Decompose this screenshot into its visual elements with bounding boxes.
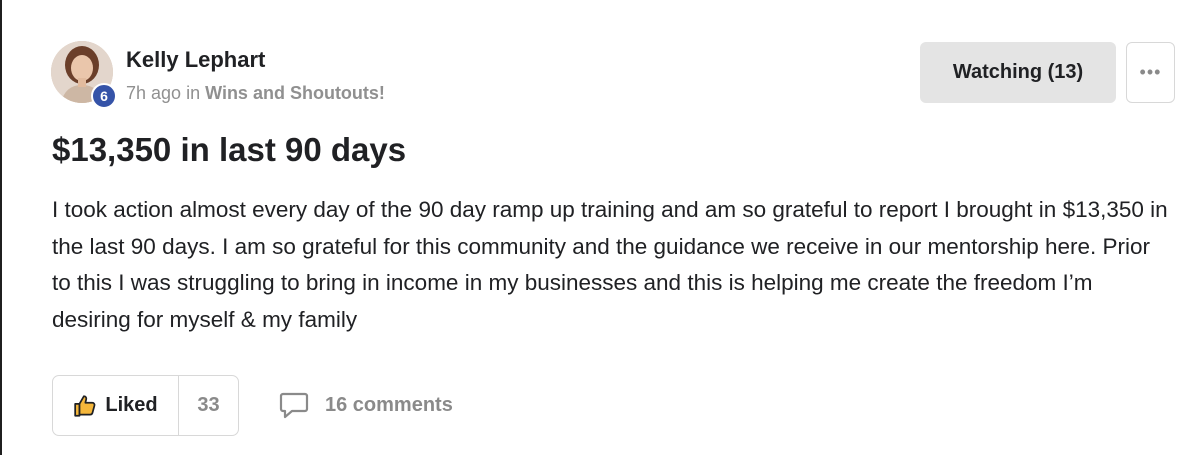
comment-bubble-icon [279,392,309,419]
post-category-link[interactable]: Wins and Shoutouts! [205,83,385,103]
more-dots-icon: ••• [1139,62,1162,82]
comments-label: 16 comments [325,393,453,416]
author-name[interactable]: Kelly Lephart [126,47,265,73]
like-count[interactable]: 33 [179,376,238,435]
comments-button[interactable]: 16 comments [279,391,453,419]
post-body: I took action almost every day of the 90… [52,197,1168,332]
more-options-button[interactable]: ••• [1126,42,1175,103]
meta-in-text: in [186,83,201,103]
post-title: $13,350 in last 90 days [52,131,407,168]
post-time: 7h ago [126,83,182,103]
like-group: Liked 33 [52,375,239,436]
post-meta: 7h ago in Wins and Shoutouts! [126,83,385,104]
thumbs-up-icon [74,394,96,417]
post-card: 6 Kelly Lephart 7h ago in Wins and Shout… [0,0,1200,455]
like-button[interactable]: Liked [53,376,179,435]
watching-button[interactable]: Watching (13) [920,42,1116,103]
like-label: Liked [105,394,158,416]
level-badge: 6 [91,83,117,109]
